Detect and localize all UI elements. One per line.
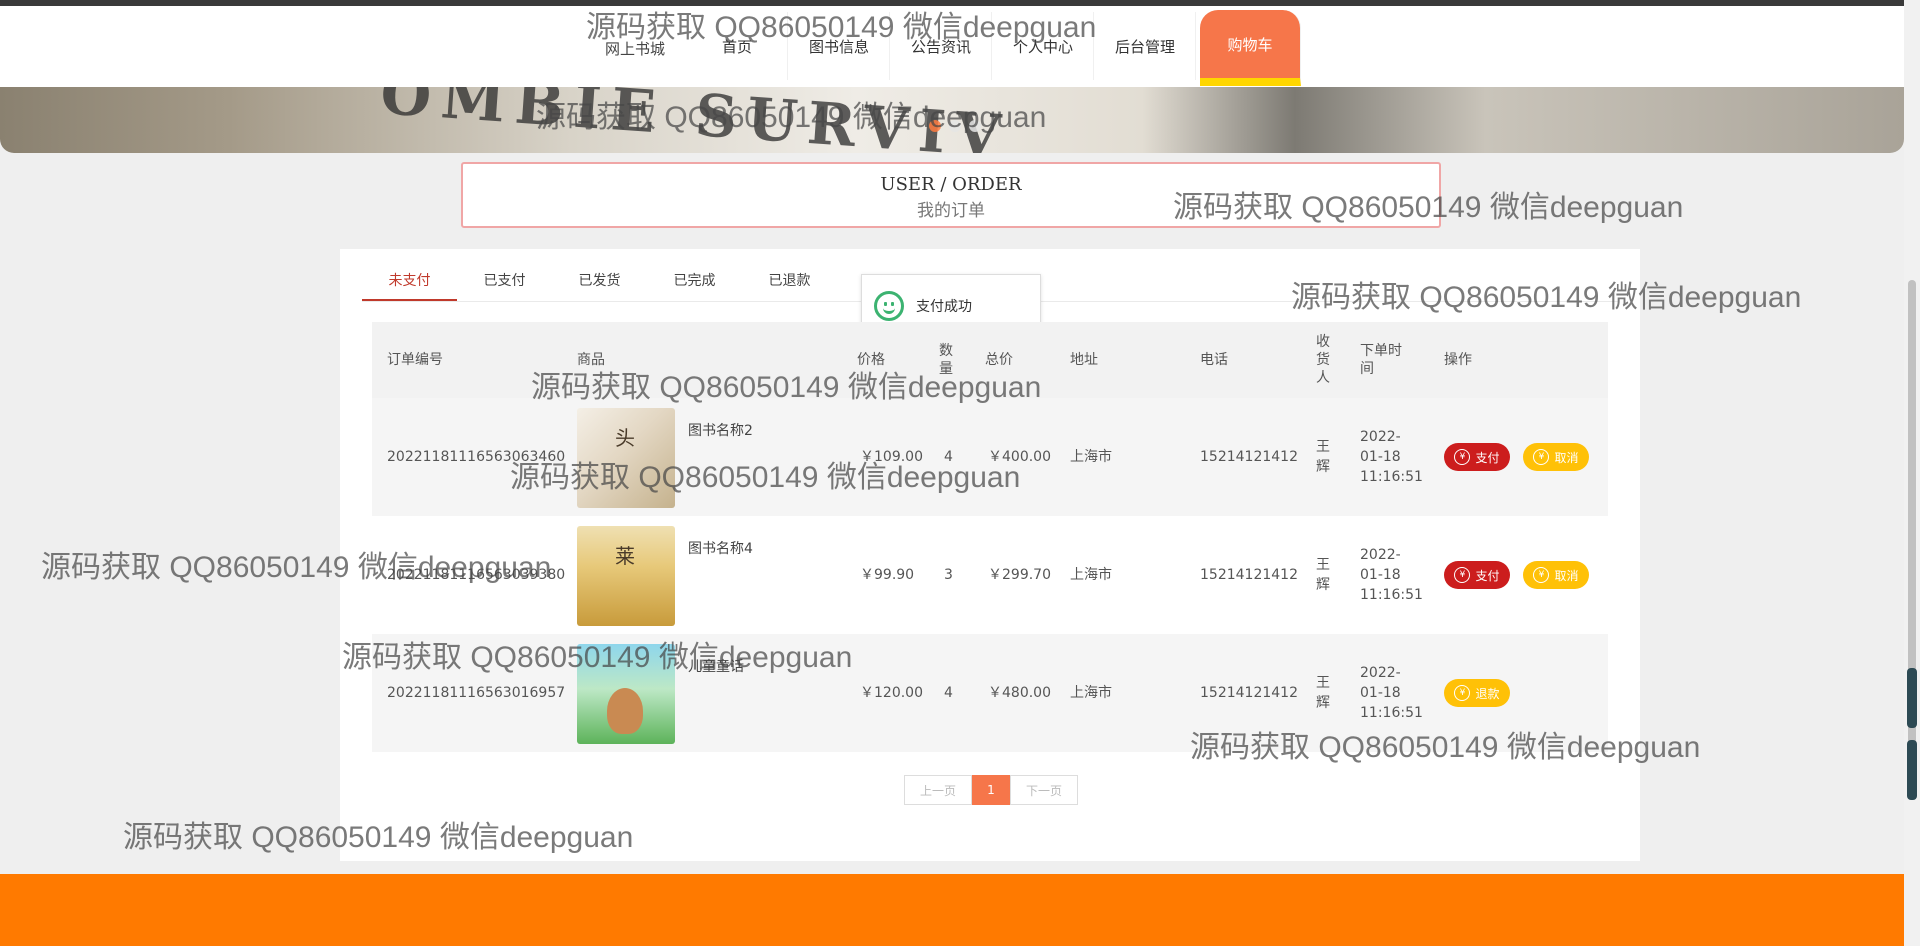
pagination: 上一页 1 下一页 <box>904 775 1078 805</box>
receiver: 王辉 <box>1316 675 1330 711</box>
quantity: 3 <box>944 567 953 583</box>
table-header: 订单编号 商品 价格 数量 总价 地址 电话 收货人 下单时间 操作 <box>372 322 1608 398</box>
next-page-button[interactable]: 下一页 <box>1010 775 1078 805</box>
tab-completed[interactable]: 已完成 <box>647 271 742 301</box>
order-no: 20221181116563063460 <box>387 449 566 465</box>
pay-button[interactable]: ¥ 支付 <box>1444 561 1510 589</box>
site-logo[interactable]: 网上书城 <box>600 38 670 59</box>
col-price: 价格 <box>857 352 885 368</box>
nav-announcements[interactable]: 公告资讯 <box>891 12 992 80</box>
address: 上海市 <box>1070 449 1112 465</box>
order-no: 20221181116563016957 <box>387 685 566 701</box>
prev-page-button[interactable]: 上一页 <box>904 775 972 805</box>
book-name: 图书名称4 <box>688 541 753 557</box>
col-phone: 电话 <box>1200 352 1228 368</box>
carousel-dot-1[interactable] <box>929 120 941 132</box>
table-row: 20221181116563016957 儿童童话 ￥120.00 4 ￥480… <box>372 634 1608 752</box>
receiver: 王辉 <box>1316 557 1330 593</box>
tab-shipped[interactable]: 已发货 <box>552 271 647 301</box>
page-title: 我的订单 <box>917 201 985 221</box>
nav-home[interactable]: 首页 <box>687 12 788 80</box>
total: ￥299.70 <box>988 567 1051 583</box>
nav-personal-center[interactable]: 个人中心 <box>993 12 1094 80</box>
phone: 15214121412 <box>1200 685 1298 701</box>
footer-bar <box>0 874 1904 946</box>
quantity: 4 <box>944 449 953 465</box>
yen-icon: ¥ <box>1533 449 1550 465</box>
nav-admin[interactable]: 后台管理 <box>1095 12 1196 80</box>
refund-button[interactable]: ¥ 退款 <box>1444 679 1510 707</box>
side-widget[interactable] <box>1907 740 1917 800</box>
tab-paid[interactable]: 已支付 <box>457 271 552 301</box>
col-total: 总价 <box>985 352 1013 368</box>
cancel-button[interactable]: ¥ 取消 <box>1523 443 1589 471</box>
yen-icon: ¥ <box>1454 449 1471 465</box>
address: 上海市 <box>1070 685 1112 701</box>
toast-message: 支付成功 <box>916 299 972 315</box>
col-goods: 商品 <box>577 352 605 368</box>
page-title-en: USER / ORDER <box>880 174 1022 195</box>
book-cover[interactable]: 头 <box>577 408 675 508</box>
nav-book-info[interactable]: 图书信息 <box>789 12 890 80</box>
phone: 15214121412 <box>1200 567 1298 583</box>
carousel-dot-3[interactable] <box>969 120 981 132</box>
book-name: 图书名称2 <box>688 423 753 439</box>
total: ￥400.00 <box>988 449 1051 465</box>
smile-icon <box>874 291 904 321</box>
book-cover[interactable]: 莱 <box>577 526 675 626</box>
top-navigation: 网上书城 首页 图书信息 公告资讯 个人中心 后台管理 购物车 <box>0 6 1920 87</box>
col-address: 地址 <box>1070 352 1098 368</box>
yen-icon: ¥ <box>1533 567 1550 583</box>
order-time: 2022-01-18 11:16:51 <box>1360 429 1423 485</box>
side-widget[interactable] <box>1907 668 1917 728</box>
order-time: 2022-01-18 11:16:51 <box>1360 665 1423 721</box>
yen-icon: ¥ <box>1454 567 1471 583</box>
receiver: 王辉 <box>1316 439 1330 475</box>
address: 上海市 <box>1070 567 1112 583</box>
banner-carousel: OMBIE SURVIV <box>0 87 1904 153</box>
col-order-no: 订单编号 <box>387 352 443 368</box>
cancel-button[interactable]: ¥ 取消 <box>1523 561 1589 589</box>
carousel-indicators <box>929 120 981 132</box>
page-number[interactable]: 1 <box>972 775 1010 805</box>
col-time: 下单时间 <box>1360 343 1402 377</box>
order-no: 20221181116563039380 <box>387 567 566 583</box>
col-ops: 操作 <box>1444 352 1472 368</box>
book-name: 儿童童话 <box>688 659 744 675</box>
col-receiver: 收货人 <box>1316 334 1330 386</box>
banner-text: OMBIE SURVIV <box>378 87 1013 153</box>
table-row: 20221181116563063460 头 图书名称2 ￥109.00 4 ￥… <box>372 398 1608 516</box>
price: ￥120.00 <box>860 685 923 701</box>
order-panel: 未支付 已支付 已发货 已完成 已退款 支付成功 订单编号 商品 价格 数量 总… <box>340 249 1640 861</box>
scrollbar[interactable] <box>1904 0 1920 946</box>
quantity: 4 <box>944 685 953 701</box>
nav-cart[interactable]: 购物车 <box>1200 10 1301 86</box>
tab-refunded[interactable]: 已退款 <box>742 271 837 301</box>
carousel-dot-2[interactable] <box>949 120 961 132</box>
tab-unpaid[interactable]: 未支付 <box>362 271 457 301</box>
order-table: 订单编号 商品 价格 数量 总价 地址 电话 收货人 下单时间 操作 20221… <box>372 322 1608 752</box>
col-qty: 数量 <box>939 343 953 377</box>
order-time: 2022-01-18 11:16:51 <box>1360 547 1423 603</box>
phone: 15214121412 <box>1200 449 1298 465</box>
total: ￥480.00 <box>988 685 1051 701</box>
pay-button[interactable]: ¥ 支付 <box>1444 443 1510 471</box>
yen-icon: ¥ <box>1454 685 1471 701</box>
page-title-box: USER / ORDER 我的订单 <box>461 162 1441 228</box>
price: ￥99.90 <box>860 567 915 583</box>
book-cover[interactable] <box>577 644 675 744</box>
table-row: 20221181116563039380 莱 图书名称4 ￥99.90 3 ￥2… <box>372 516 1608 634</box>
